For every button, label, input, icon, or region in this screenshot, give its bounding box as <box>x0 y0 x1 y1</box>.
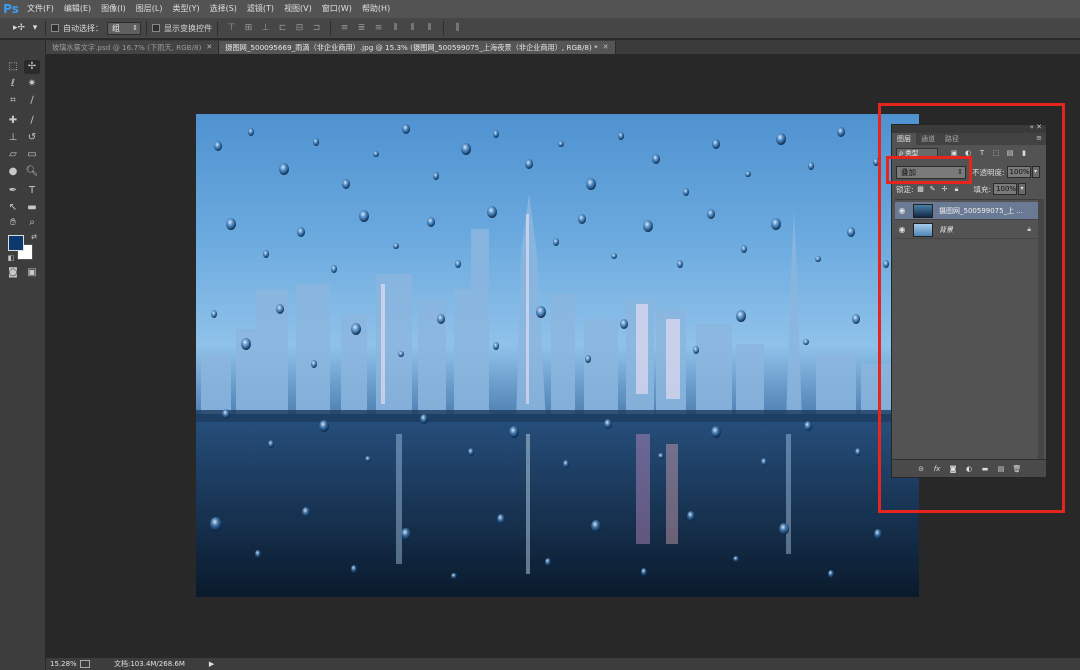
auto-select-label: 自动选择： <box>63 23 103 33</box>
eyedropper-tool-icon[interactable]: ∕ <box>24 94 40 108</box>
document-info-icon[interactable] <box>80 660 90 668</box>
zoom-level[interactable]: 15.28% <box>46 660 80 668</box>
river <box>196 414 919 597</box>
menu-image[interactable]: 图像(I) <box>96 0 131 18</box>
dodge-tool-icon[interactable]: 🔍︎ <box>24 165 40 179</box>
gradient-tool-icon[interactable]: ▭ <box>24 148 40 162</box>
marquee-tool-icon[interactable]: ⬚ <box>5 60 21 74</box>
blur-tool-icon[interactable]: ● <box>5 165 21 179</box>
close-icon[interactable]: ✕ <box>603 41 609 54</box>
document-size: 文档:103.4M/268.6M <box>114 660 185 668</box>
hand-tool-icon[interactable]: ✋︎ <box>5 216 21 230</box>
align-vcenter-icon[interactable]: ⊞ <box>242 22 255 35</box>
path-selection-tool-icon[interactable]: ↖ <box>5 201 21 215</box>
document-tab-label: 玻璃水雾文字.psd @ 16.7% (下雨天, RGB/8) <box>52 43 202 52</box>
separator <box>45 20 46 36</box>
align-hcenter-icon[interactable]: ⊟ <box>293 22 306 35</box>
pen-tool-icon[interactable]: ✒︎ <box>5 184 21 198</box>
align-right-icon[interactable]: ⊐ <box>310 22 323 35</box>
menu-help[interactable]: 帮助(H) <box>357 0 395 18</box>
menu-window[interactable]: 窗口(W) <box>317 0 357 18</box>
menu-file[interactable]: 文件(F) <box>22 0 59 18</box>
zoom-tool-icon[interactable]: ⌕ <box>24 216 40 230</box>
rainy-city-photo <box>196 124 919 597</box>
distribute-vcenter-icon[interactable]: ≣ <box>355 22 368 35</box>
menu-select[interactable]: 选择(S) <box>205 0 242 18</box>
separator <box>217 20 218 36</box>
show-transform-label: 显示变换控件 <box>164 23 212 33</box>
show-transform-checkbox[interactable] <box>152 24 160 32</box>
align-bottom-icon[interactable]: ⊥ <box>259 22 272 35</box>
eraser-tool-icon[interactable]: ▱ <box>5 148 21 162</box>
status-menu-arrow-icon[interactable]: ▶ <box>209 660 214 668</box>
document-tab-label: 摄图网_500095669_雨滴（非企业商用）.jpg @ 15.3% (摄图网… <box>225 43 598 52</box>
move-tool-icon[interactable]: ✢ <box>24 60 40 74</box>
options-bar: ▸✢ ▾ 自动选择： 组 显示变换控件 ⊤ ⊞ ⊥ ⊏ ⊟ ⊐ ≡ ≣ ≡ ⦀ … <box>0 18 1080 39</box>
healing-brush-tool-icon[interactable]: ✚ <box>5 114 21 128</box>
screen-mode-icon[interactable]: ▣ <box>24 266 40 280</box>
brush-tool-icon[interactable]: ∕ <box>24 114 40 128</box>
highlight-box-blend-mode <box>886 156 972 184</box>
magic-wand-tool-icon[interactable]: ✷ <box>24 77 40 91</box>
crop-tool-icon[interactable]: ⌗ <box>5 94 21 108</box>
document-tab-bar: 玻璃水雾文字.psd @ 16.7% (下雨天, RGB/8) ✕ 摄图网_50… <box>46 40 1080 54</box>
auto-select-dropdown[interactable]: 组 <box>107 21 141 35</box>
menu-edit[interactable]: 编辑(E) <box>59 0 96 18</box>
type-tool-icon[interactable]: T <box>24 184 40 198</box>
document-image[interactable] <box>196 114 919 597</box>
history-brush-tool-icon[interactable]: ↺ <box>24 131 40 145</box>
foreground-color-swatch[interactable] <box>8 235 24 251</box>
separator <box>146 20 147 36</box>
auto-select-checkbox[interactable] <box>51 24 59 32</box>
distribute-bottom-icon[interactable]: ≡ <box>372 22 385 35</box>
auto-align-icon[interactable]: ⫼ <box>451 22 464 35</box>
clone-stamp-tool-icon[interactable]: ⊥ <box>5 131 21 145</box>
align-left-icon[interactable]: ⊏ <box>276 22 289 35</box>
distribute-hcenter-icon[interactable]: ⦀ <box>406 22 419 35</box>
move-tool-icon[interactable]: ▸✢ <box>10 22 28 35</box>
menu-view[interactable]: 视图(V) <box>279 0 317 18</box>
status-bar: 15.28% 文档:103.4M/268.6M ▶ <box>46 658 1080 670</box>
skyline <box>201 194 911 424</box>
distribute-top-icon[interactable]: ≡ <box>338 22 351 35</box>
rectangle-tool-icon[interactable]: ▬ <box>24 201 40 215</box>
close-icon[interactable]: ✕ <box>206 41 212 54</box>
menu-layer[interactable]: 图层(L) <box>131 0 168 18</box>
separator <box>330 20 331 36</box>
default-colors-icon[interactable]: ◧ <box>3 251 19 265</box>
photoshop-logo: Ps <box>3 2 19 16</box>
document-tab-2[interactable]: 摄图网_500095669_雨滴（非企业商用）.jpg @ 15.3% (摄图网… <box>219 41 616 54</box>
distribute-right-icon[interactable]: ⦀ <box>423 22 436 35</box>
menu-bar: Ps 文件(F) 编辑(E) 图像(I) 图层(L) 类型(Y) 选择(S) 滤… <box>0 0 1080 18</box>
toolbox: ⬚ ✢ ℓ ✷ ⌗ ∕ ✚ ∕ ⊥ ↺ ▱ ▭ ● 🔍︎ ✒︎ T ↖ ▬ ✋︎… <box>0 40 46 670</box>
swap-colors-icon[interactable]: ⇄ <box>26 230 42 244</box>
distribute-left-icon[interactable]: ⦀ <box>389 22 402 35</box>
menu-filter[interactable]: 滤镜(T) <box>242 0 279 18</box>
quick-mask-icon[interactable]: ◙ <box>5 266 21 280</box>
align-top-icon[interactable]: ⊤ <box>225 22 238 35</box>
tool-preset-dropdown-icon[interactable]: ▾ <box>32 22 38 35</box>
document-tab-1[interactable]: 玻璃水雾文字.psd @ 16.7% (下雨天, RGB/8) ✕ <box>46 41 220 54</box>
separator <box>443 20 444 36</box>
menu-type[interactable]: 类型(Y) <box>167 0 204 18</box>
lasso-tool-icon[interactable]: ℓ <box>5 77 21 91</box>
